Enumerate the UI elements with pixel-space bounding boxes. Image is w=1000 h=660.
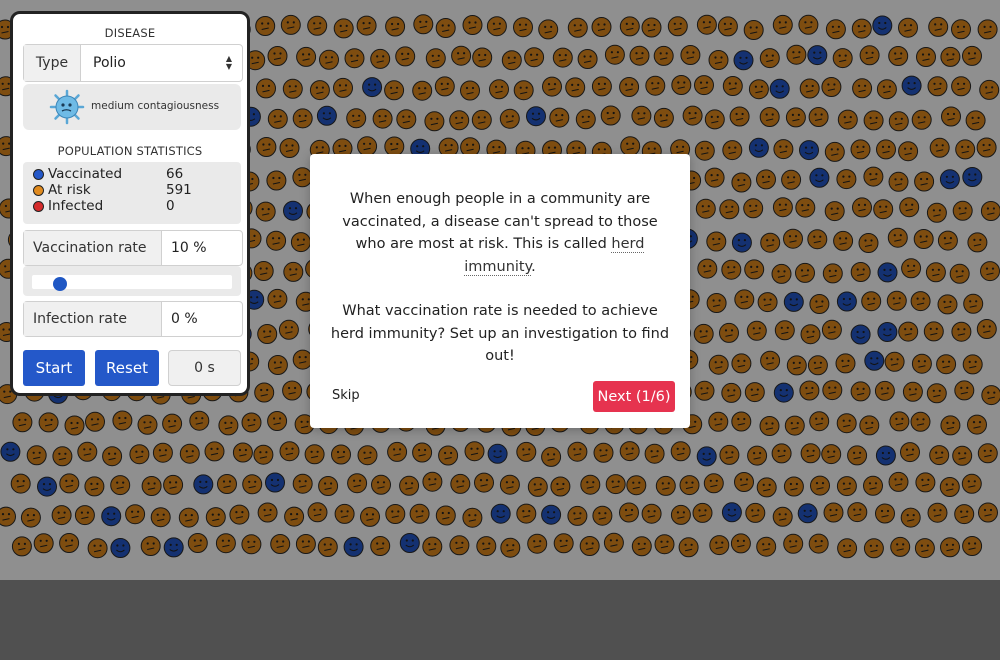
slider-thumb[interactable] bbox=[53, 277, 67, 291]
vaccination-rate-slider[interactable] bbox=[32, 275, 232, 291]
disease-type-selector[interactable]: Type Polio ▲ ▼ bbox=[23, 44, 243, 82]
population-stats: Vaccinated 66 At risk 591 Infected 0 bbox=[23, 162, 241, 224]
vaccination-rate-field: Vaccination rate 10 % bbox=[23, 230, 243, 266]
stat-value: 66 bbox=[166, 166, 184, 182]
vaccination-rate-value: 10 % bbox=[171, 240, 207, 256]
next-button[interactable]: Next (1/6) bbox=[593, 381, 675, 412]
select-arrows-icon: ▲ ▼ bbox=[225, 54, 232, 71]
disease-section-title: DISEASE bbox=[104, 26, 156, 40]
stat-label: At risk bbox=[48, 182, 91, 198]
vaccination-rate-slider-container bbox=[23, 266, 241, 296]
virus-icon bbox=[49, 89, 85, 125]
control-panel: DISEASE Type Polio ▲ ▼ medium contagious… bbox=[10, 11, 250, 396]
stat-at-risk: At risk 591 bbox=[33, 182, 192, 198]
disease-type-select[interactable]: Polio ▲ ▼ bbox=[81, 45, 242, 81]
infection-rate-value: 0 % bbox=[171, 311, 198, 327]
disease-info: medium contagiousness bbox=[23, 84, 241, 130]
infection-rate-field: Infection rate 0 % bbox=[23, 301, 243, 337]
stat-infected: Infected 0 bbox=[33, 198, 175, 214]
stat-value: 0 bbox=[166, 198, 175, 214]
skip-button[interactable]: Skip bbox=[332, 388, 360, 403]
tutorial-question: What vaccination rate is needed to achie… bbox=[330, 303, 670, 364]
stat-value: 591 bbox=[166, 182, 192, 198]
stat-label: Vaccinated bbox=[48, 166, 123, 182]
contagiousness-label: medium contagiousness bbox=[91, 100, 220, 112]
timer-display: 0 s bbox=[168, 350, 241, 386]
reset-button[interactable]: Reset bbox=[95, 350, 159, 386]
stat-label: Infected bbox=[48, 198, 104, 214]
tutorial-text: When enough people in a community are va… bbox=[330, 188, 670, 278]
stat-vaccinated: Vaccinated 66 bbox=[33, 166, 183, 182]
at-risk-dot-icon bbox=[33, 184, 44, 196]
vaccination-rate-label: Vaccination rate bbox=[24, 231, 162, 265]
disease-type-label: Type bbox=[24, 45, 81, 81]
infection-rate-label: Infection rate bbox=[24, 302, 162, 336]
disease-type-value: Polio bbox=[93, 55, 126, 71]
start-button[interactable]: Start bbox=[23, 350, 85, 386]
infected-dot-icon bbox=[33, 200, 44, 212]
vaccinated-dot-icon bbox=[33, 168, 44, 180]
tutorial-dialog: When enough people in a community are va… bbox=[310, 154, 690, 428]
stats-section-title: POPULATION STATISTICS bbox=[57, 144, 203, 158]
tutorial-text-end: . bbox=[531, 258, 536, 275]
